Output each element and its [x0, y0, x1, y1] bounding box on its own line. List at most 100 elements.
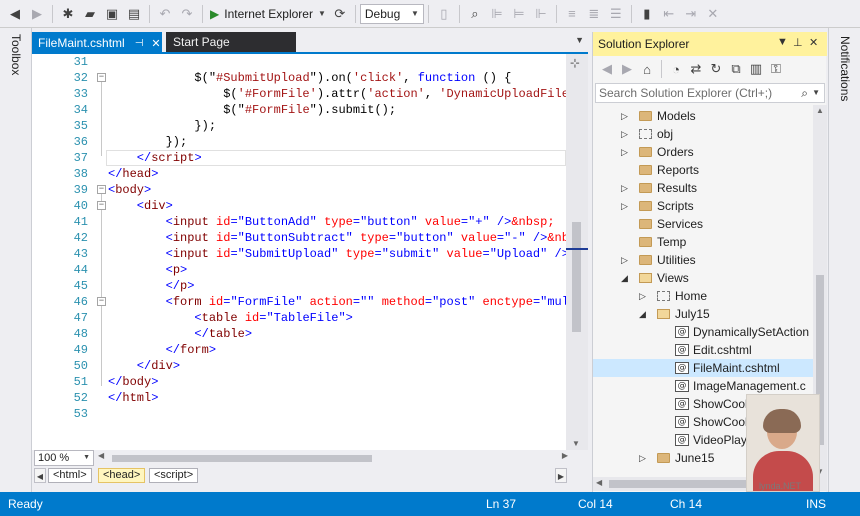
code-line[interactable]: 35 });: [32, 118, 566, 134]
solution-search-input[interactable]: Search Solution Explorer (Ctrl+;) ⌕ ▼: [595, 83, 825, 103]
run-button[interactable]: ▶ Internet Explorer ▼: [207, 3, 329, 25]
scroll-down-icon[interactable]: ▼: [572, 439, 580, 448]
collapsed-arrow-icon[interactable]: ▷: [621, 107, 631, 125]
code-line[interactable]: 45 </p>: [32, 278, 566, 294]
solution-explorer-title-bar[interactable]: Solution Explorer ▼ ⊥ ✕: [593, 32, 827, 56]
code-line[interactable]: 44 <p>: [32, 262, 566, 278]
undo-icon[interactable]: ↶: [154, 3, 176, 25]
indent-icon[interactable]: ≡: [561, 3, 583, 25]
code-line[interactable]: 53: [32, 406, 566, 422]
collapse-all-icon[interactable]: ⧉: [726, 58, 746, 80]
collapsed-arrow-icon[interactable]: ▷: [621, 179, 631, 197]
tab-start-page[interactable]: Start Page: [166, 32, 296, 52]
notifications-tab[interactable]: Notifications: [838, 36, 852, 101]
code-editor[interactable]: 31 32− $("#SubmitUpload").on('click', fun…: [32, 54, 588, 450]
path-right-icon[interactable]: ▶: [555, 468, 567, 483]
code-line[interactable]: 32− $("#SubmitUpload").on('click', funct…: [32, 70, 566, 86]
code-line[interactable]: 49 </form>: [32, 342, 566, 358]
code-line[interactable]: 42 <input id="ButtonSubtract" type="butt…: [32, 230, 588, 246]
code-area[interactable]: 31 32− $("#SubmitUpload").on('click', fun…: [32, 54, 588, 450]
tree-item[interactable]: @ ImageManagement.c: [593, 377, 813, 395]
scroll-left-icon[interactable]: ◀: [98, 451, 104, 460]
collapse-icon[interactable]: −: [97, 73, 106, 82]
align-left-icon[interactable]: ⊫: [486, 3, 508, 25]
collapse-icon[interactable]: −: [97, 185, 106, 194]
configuration-select[interactable]: Debug ▼: [359, 3, 424, 24]
redo-icon[interactable]: ↷: [176, 3, 198, 25]
tree-item[interactable]: ▷ Scripts: [593, 197, 813, 215]
scroll-thumb[interactable]: [572, 222, 581, 332]
collapsed-arrow-icon[interactable]: ▷: [621, 251, 631, 269]
crumb-html[interactable]: <html>: [48, 468, 92, 483]
forward-icon[interactable]: ▶: [617, 58, 637, 80]
next-bookmark-icon[interactable]: ⇥: [680, 3, 702, 25]
zoom-select[interactable]: 100 % ▼: [34, 450, 94, 466]
collapse-icon[interactable]: −: [97, 201, 106, 210]
tree-item[interactable]: ◢ July15: [593, 305, 813, 323]
code-line[interactable]: 34 $("#FormFile").submit();: [32, 102, 566, 118]
back-icon[interactable]: ◀: [4, 3, 26, 25]
code-line[interactable]: 40− <div>: [32, 198, 566, 214]
scroll-right-icon[interactable]: ▶: [562, 451, 568, 460]
tree-item[interactable]: @ Edit.cshtml: [593, 341, 813, 359]
code-line[interactable]: 33 $('#FormFile').attr('action', 'Dynami…: [32, 86, 584, 102]
collapsed-arrow-icon[interactable]: ▷: [621, 197, 631, 215]
scroll-up-icon[interactable]: ▲: [816, 106, 824, 115]
align-center-icon[interactable]: ⊨: [508, 3, 530, 25]
clear-bookmarks-icon[interactable]: ✕: [702, 3, 724, 25]
code-line[interactable]: 31: [32, 54, 566, 70]
editor-horizontal-scrollbar[interactable]: ◀ ▶: [98, 451, 568, 464]
browser-link-icon[interactable]: ⟳: [329, 3, 351, 25]
expanded-arrow-icon[interactable]: ◢: [621, 269, 631, 287]
toolbox-tab[interactable]: Toolbox: [9, 34, 23, 75]
find-in-files-icon[interactable]: ⌕: [464, 3, 486, 25]
code-line[interactable]: 38 </head>: [32, 166, 566, 182]
tree-item[interactable]: ▷ Models: [593, 107, 813, 125]
tree-item[interactable]: @ DynamicallySetAction: [593, 323, 813, 341]
code-line[interactable]: 41 <input id="ButtonAdd" type="button" v…: [32, 214, 566, 230]
code-line[interactable]: 50 </div>: [32, 358, 566, 374]
collapsed-arrow-icon[interactable]: ▷: [621, 143, 631, 161]
code-line[interactable]: 48 </table>: [32, 326, 566, 342]
pin-icon[interactable]: ⊥: [793, 36, 803, 49]
back-icon[interactable]: ◀: [597, 58, 617, 80]
pin-icon[interactable]: ⊣: [135, 38, 144, 49]
expanded-arrow-icon[interactable]: ◢: [639, 305, 649, 323]
scroll-thumb[interactable]: [609, 480, 759, 488]
save-all-icon[interactable]: ▤: [123, 3, 145, 25]
collapsed-arrow-icon[interactable]: ▷: [639, 449, 649, 467]
tree-item[interactable]: ▷ Home: [593, 287, 813, 305]
split-window-icon[interactable]: ⊹: [570, 56, 580, 70]
properties-icon[interactable]: ⚿: [766, 58, 786, 80]
tree-item[interactable]: ▷ Utilities: [593, 251, 813, 269]
code-line[interactable]: 47 <table id="TableFile">: [32, 310, 566, 326]
code-line[interactable]: 51 </body>: [32, 374, 566, 390]
tree-item[interactable]: Temp: [593, 233, 813, 251]
collapse-icon[interactable]: −: [97, 297, 106, 306]
scroll-left-icon[interactable]: ◀: [596, 478, 602, 487]
tree-item[interactable]: ▷ Results: [593, 179, 813, 197]
show-all-files-icon[interactable]: ▥: [746, 58, 766, 80]
chevron-down-icon[interactable]: ▼: [777, 36, 788, 48]
close-icon[interactable]: ✕: [151, 37, 160, 50]
open-folder-icon[interactable]: ▰: [79, 3, 101, 25]
editor-vertical-scrollbar[interactable]: ⊹ ▼: [566, 54, 588, 450]
code-line[interactable]: 36 });: [32, 134, 566, 150]
tree-item[interactable]: ▷ obj: [593, 125, 813, 143]
tree-item[interactable]: Reports: [593, 161, 813, 179]
chevron-down-icon[interactable]: ▼: [812, 84, 820, 102]
prev-bookmark-icon[interactable]: ⇤: [658, 3, 680, 25]
code-line[interactable]: 37 </script>: [32, 150, 566, 166]
code-line[interactable]: 46− <form id="FormFile" action="" method…: [32, 294, 584, 310]
code-line[interactable]: 43 <input id="SubmitUpload" type="submit…: [32, 246, 569, 262]
tab-filemaint[interactable]: FileMaint.cshtml ⊣ ✕: [32, 32, 162, 54]
new-project-icon[interactable]: ✱: [57, 3, 79, 25]
path-left-icon[interactable]: ◀: [34, 468, 46, 483]
home-icon[interactable]: ⌂: [637, 58, 657, 80]
save-icon[interactable]: ▣: [101, 3, 123, 25]
align-right-icon[interactable]: ⊩: [530, 3, 552, 25]
collapsed-arrow-icon[interactable]: ▷: [621, 125, 631, 143]
crumb-head[interactable]: <head>: [98, 468, 146, 483]
code-line[interactable]: 52 </html>: [32, 390, 566, 406]
forward-icon[interactable]: ▶: [26, 3, 48, 25]
